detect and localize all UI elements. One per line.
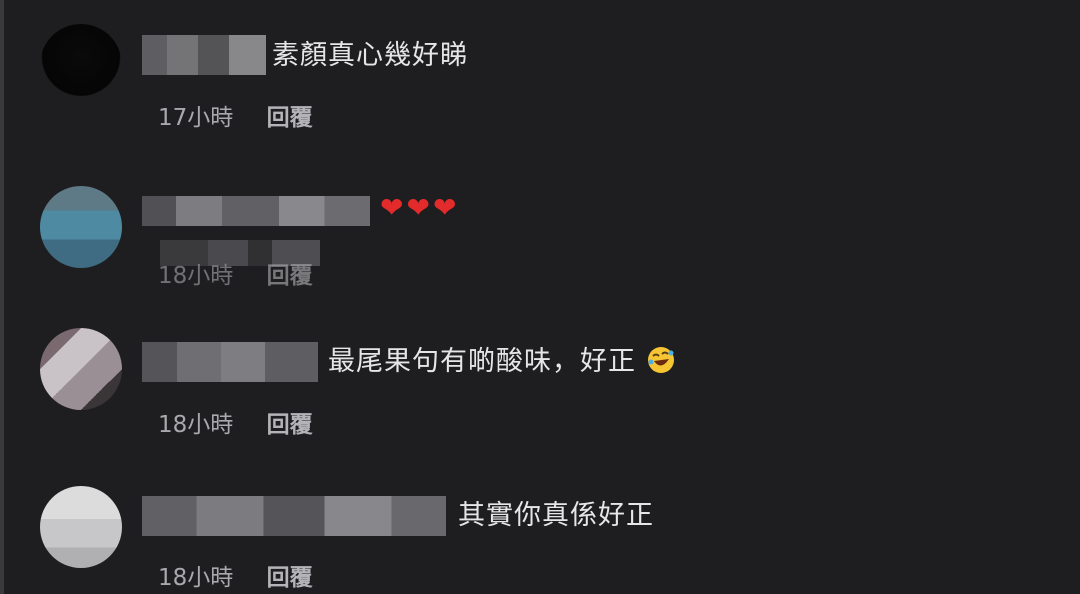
comment-text: 最尾果句有啲酸味，好正 xyxy=(328,342,676,382)
comment-meta: 18小時 回覆 xyxy=(158,256,313,290)
avatar[interactable] xyxy=(40,328,122,410)
rolling-on-floor-laughing-emoji xyxy=(647,347,674,373)
comment-meta: 18小時 回覆 xyxy=(158,405,313,439)
comment-time: 18小時 xyxy=(158,412,234,438)
comment-text-content: 最尾果句有啲酸味，好正 xyxy=(328,346,636,377)
comments-screenshot: 素顏真心幾好睇 17小時 回覆 ❤❤❤ 18小時 回覆 最尾果句有啲酸味，好正 xyxy=(0,0,1080,594)
comment-time: 18小時 xyxy=(158,565,234,591)
reply-link[interactable]: 回覆 xyxy=(267,256,313,290)
avatar[interactable] xyxy=(40,486,122,568)
comment-text: 其實你真係好正 xyxy=(458,500,654,531)
hearts-reaction: ❤❤❤ xyxy=(380,188,459,229)
heart-icon: ❤ xyxy=(432,191,458,224)
avatar[interactable] xyxy=(40,186,122,268)
blurred-username[interactable] xyxy=(142,342,318,382)
reply-link[interactable]: 回覆 xyxy=(267,558,313,592)
heart-icon: ❤ xyxy=(380,191,405,224)
comment-time: 18小時 xyxy=(158,263,234,289)
comment-meta: 18小時 回覆 xyxy=(158,558,313,592)
heart-icon: ❤ xyxy=(406,191,431,224)
comment-item: 其實你真係好正 18小時 回覆 xyxy=(0,0,1080,591)
reply-link[interactable]: 回覆 xyxy=(267,405,313,439)
blurred-username[interactable] xyxy=(142,496,446,536)
blurred-username[interactable] xyxy=(142,196,370,226)
